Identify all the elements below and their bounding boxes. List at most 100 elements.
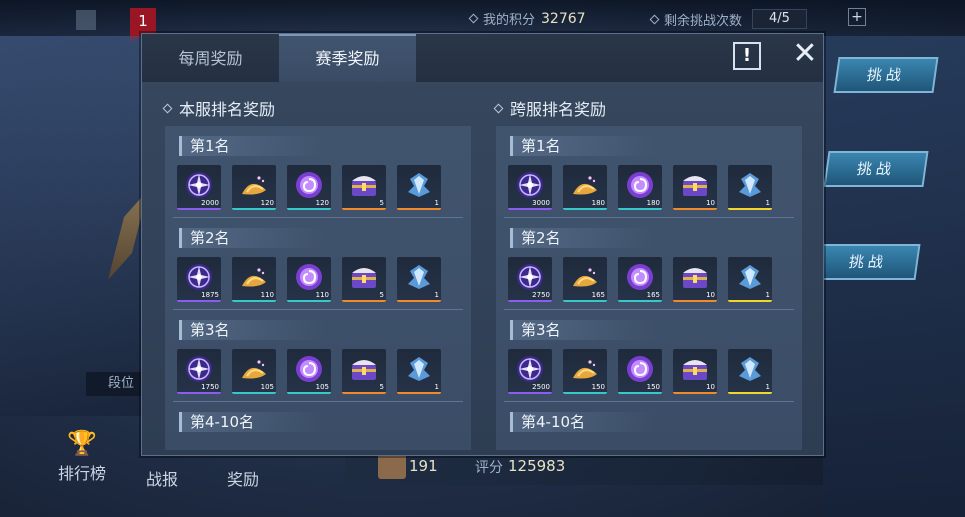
reward-quantity: 1	[765, 291, 770, 299]
reward-quantity: 150	[646, 383, 660, 391]
gold-dust-icon	[239, 170, 269, 200]
rarity-bar	[728, 300, 772, 302]
rarity-bar	[232, 392, 276, 394]
info-button[interactable]: !	[733, 42, 761, 70]
spiral-orb-icon	[625, 170, 655, 200]
reward-item[interactable]: 150	[563, 349, 607, 394]
crystal-emblem-icon	[735, 262, 765, 292]
purple-orb-icon	[184, 262, 214, 292]
nav-rewards[interactable]: 奖励	[227, 466, 259, 490]
rank-label: 第4-10名	[179, 412, 324, 432]
rarity-bar	[508, 208, 552, 210]
treasure-chest-icon	[680, 170, 710, 200]
reward-item[interactable]: 105	[287, 349, 331, 394]
reward-item[interactable]: 165	[618, 257, 662, 302]
purple-orb-icon	[515, 262, 545, 292]
reward-item[interactable]: 165	[563, 257, 607, 302]
tab-season-rewards[interactable]: 赛季奖励	[279, 34, 416, 82]
reward-item[interactable]: 150	[618, 349, 662, 394]
spiral-orb-icon	[625, 354, 655, 384]
reward-item[interactable]: 1	[728, 257, 772, 302]
reward-quantity: 2750	[532, 291, 550, 299]
reward-item[interactable]: 105	[232, 349, 276, 394]
nav-leaderboard[interactable]: 🏆 排行榜	[58, 430, 106, 484]
reward-quantity: 10	[706, 291, 715, 299]
rank-label: 第3名	[179, 320, 324, 340]
rank-block: 第1名 3000 180 180 10 1	[496, 126, 802, 218]
challenge-button-3[interactable]: 挑战	[815, 244, 921, 280]
reward-item[interactable]: 1	[397, 257, 441, 302]
rarity-bar	[563, 300, 607, 302]
reward-item[interactable]: 2500	[508, 349, 552, 394]
rarity-bar	[177, 300, 221, 302]
reward-items-row: 1875 110 110 5 1	[177, 257, 441, 302]
crystal-emblem-icon	[404, 354, 434, 384]
diamond-icon	[649, 14, 660, 24]
reward-item[interactable]: 120	[287, 165, 331, 210]
reward-item[interactable]: 120	[232, 165, 276, 210]
challenge-button-2[interactable]: 挑战	[823, 151, 929, 187]
challenge-button-1[interactable]: 挑战	[833, 57, 939, 93]
reward-item[interactable]: 110	[287, 257, 331, 302]
close-button[interactable]: ✕	[790, 39, 820, 70]
reward-item[interactable]: 1	[397, 165, 441, 210]
reward-quantity: 180	[591, 199, 605, 207]
nav-rewards-label: 奖励	[227, 470, 260, 489]
reward-quantity: 5	[379, 291, 384, 299]
my-points-label: 我的积分	[483, 13, 536, 28]
tab-weekly-rewards[interactable]: 每周奖励	[142, 34, 279, 82]
reward-quantity: 1	[434, 199, 439, 207]
treasure-chest-icon	[349, 262, 379, 292]
rarity-bar	[728, 392, 772, 394]
reward-item[interactable]: 2000	[177, 165, 221, 210]
reward-item[interactable]: 180	[563, 165, 607, 210]
reward-quantity: 1	[765, 199, 770, 207]
remaining-label: 剩余挑战次数	[664, 13, 743, 29]
reward-quantity: 165	[591, 291, 605, 299]
rarity-bar	[618, 300, 662, 302]
rank-label: 第2名	[510, 228, 655, 248]
reward-item[interactable]: 110	[232, 257, 276, 302]
reward-item[interactable]: 2750	[508, 257, 552, 302]
reward-item[interactable]: 1	[397, 349, 441, 394]
reward-item[interactable]: 10	[673, 349, 717, 394]
rank-block: 第2名 1875 110 110 5 1	[165, 218, 471, 310]
treasure-chest-icon	[349, 354, 379, 384]
gold-dust-icon	[239, 262, 269, 292]
reward-item[interactable]: 5	[342, 165, 386, 210]
rarity-bar	[508, 392, 552, 394]
rank-block: 第1名 2000 120 120 5 1	[165, 126, 471, 218]
cross-rank-panel: 第1名 3000 180 180 10 1 第2名 2750 165 165 10 1 第3名 2500 1…	[496, 126, 802, 450]
reward-item[interactable]: 1	[728, 165, 772, 210]
reward-item[interactable]: 1750	[177, 349, 221, 394]
reward-item[interactable]: 10	[673, 165, 717, 210]
rarity-bar	[232, 300, 276, 302]
reward-item[interactable]: 180	[618, 165, 662, 210]
reward-item[interactable]: 3000	[508, 165, 552, 210]
reward-quantity: 5	[379, 199, 384, 207]
add-challenges-button[interactable]: +	[848, 8, 866, 26]
reward-item[interactable]: 1875	[177, 257, 221, 302]
rarity-bar	[673, 208, 717, 210]
reward-item[interactable]: 1	[728, 349, 772, 394]
rarity-bar	[563, 392, 607, 394]
purple-orb-icon	[184, 354, 214, 384]
rarity-bar	[397, 392, 441, 394]
reward-item[interactable]: 5	[342, 349, 386, 394]
rarity-bar	[728, 208, 772, 210]
reward-items-row: 1750 105 105 5 1	[177, 349, 441, 394]
rarity-bar	[287, 208, 331, 210]
reward-quantity: 10	[706, 383, 715, 391]
diamond-icon	[493, 103, 504, 113]
reward-quantity: 1875	[201, 291, 219, 299]
gold-dust-icon	[570, 354, 600, 384]
reward-item[interactable]: 5	[342, 257, 386, 302]
reward-item[interactable]: 10	[673, 257, 717, 302]
menu-square-icon[interactable]	[76, 10, 96, 30]
nav-battle-report[interactable]: 战报	[146, 466, 178, 490]
reward-quantity: 110	[315, 291, 329, 299]
purple-orb-icon	[184, 170, 214, 200]
remaining-value: 4/5	[752, 9, 807, 29]
rarity-bar	[563, 208, 607, 210]
reward-quantity: 3000	[532, 199, 550, 207]
